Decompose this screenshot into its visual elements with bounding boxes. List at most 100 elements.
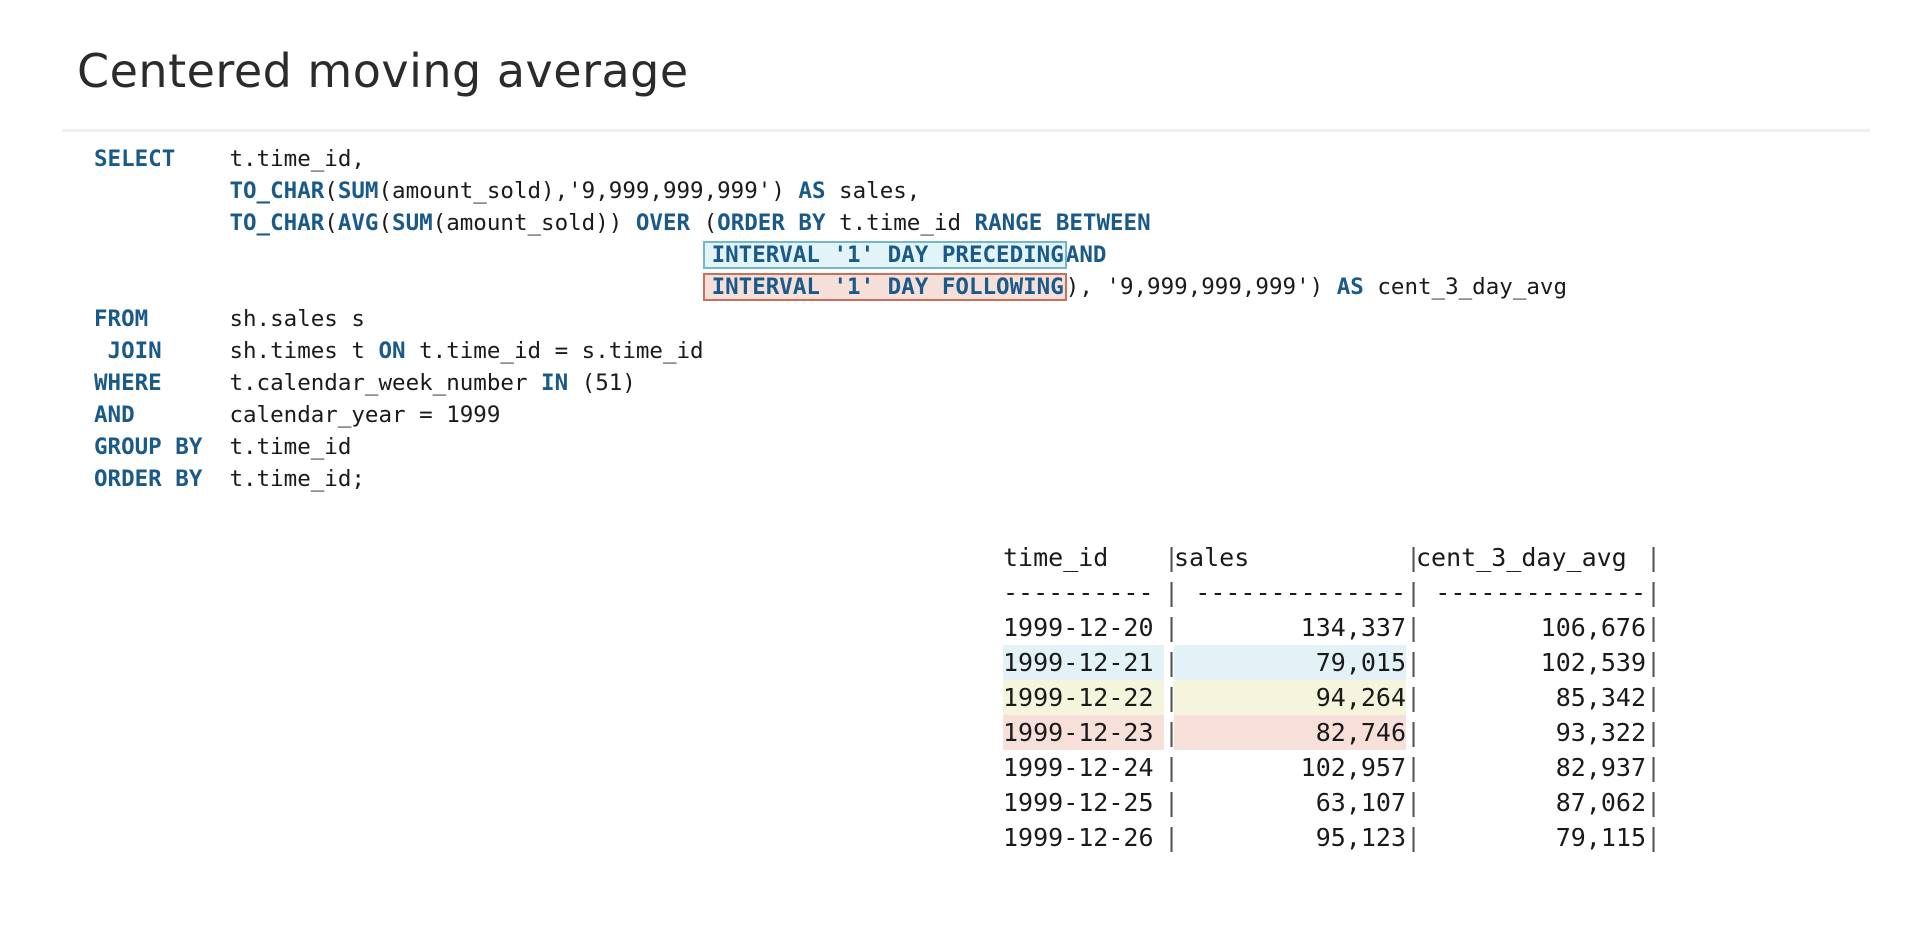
sql-keyword-and: AND — [1065, 242, 1107, 268]
sql-sales-alias: sales, — [825, 178, 921, 204]
sql-select-col1: t.time_id, — [229, 146, 365, 172]
sql-sum-args: (amount_sold),'9,999,999,999') — [378, 178, 799, 204]
column-header-cent-3-day-avg: cent_3_day_avg — [1416, 543, 1627, 572]
table-row: 1999-12-23 | 82,746 | 93,322 | — [1003, 715, 1662, 750]
sql-keyword-in: IN — [541, 370, 569, 396]
result-header-row: time_id | sales | cent_3_day_avg | — [1003, 540, 1661, 575]
cell-sales: 79,015 — [1174, 645, 1406, 680]
cell-sales: 82,746 — [1174, 715, 1406, 750]
column-divider: | — [1164, 823, 1180, 852]
sql-line-from: FROM sh.sales s — [94, 303, 1567, 335]
result-body: 1999-12-20 | 134,337 | 106,676 | 1999-12-21 | 79… — [1003, 610, 1662, 855]
table-row: 1999-12-22 | 94,264 | 85,342 | — [1003, 680, 1662, 715]
column-divider: | — [1406, 613, 1422, 642]
column-divider: | — [1406, 683, 1422, 712]
sql-keyword-on: ON — [378, 338, 406, 364]
column-divider: | — [1646, 683, 1662, 712]
cell-cent-3-day-avg: 93,322 — [1555, 718, 1646, 747]
sql-keyword-order-by: ORDER BY — [717, 210, 826, 236]
column-divider: | — [1646, 788, 1662, 817]
sql-keyword-as: AS — [1336, 274, 1364, 300]
sql-func-to-char: TO_CHAR — [229, 210, 325, 236]
sql-line-join: JOIN sh.times t ON t.time_id = s.time_id — [94, 335, 1567, 367]
column-header-sales: sales — [1174, 543, 1250, 572]
table-row: 1999-12-24 | 102,957 | 82,937 | — [1003, 750, 1662, 785]
column-divider: | — [1164, 753, 1180, 782]
table-row: 1999-12-25 | 63,107 | 87,062 | — [1003, 785, 1662, 820]
sql-paren-open: ( — [690, 210, 718, 236]
sql-keyword-as: AS — [798, 178, 826, 204]
sql-line-group-by: GROUP BY t.time_id — [94, 431, 1567, 463]
sql-line-where: WHERE t.calendar_week_number IN (51) — [94, 367, 1567, 399]
column-divider: | — [1406, 788, 1422, 817]
sql-interval-following: INTERVAL '1' DAY FOLLOWING — [702, 273, 1067, 301]
cell-cent-3-day-avg: 87,062 — [1555, 788, 1646, 817]
column-divider: | — [1406, 753, 1422, 782]
sql-line-following: INTERVAL '1' DAY FOLLOWING), '9,999,999,… — [94, 271, 1567, 303]
sql-where-list: (51) — [568, 370, 636, 396]
cell-time-id: 1999-12-21 — [1003, 645, 1164, 680]
result-separator-row: ---------- | -------------- | --------------… — [1003, 575, 1661, 610]
cell-sales: 102,957 — [1300, 753, 1406, 782]
separator-cell: ---------- — [1003, 578, 1154, 607]
cell-time-id: 1999-12-26 — [1003, 823, 1154, 852]
sql-from-table: sh.sales s — [229, 306, 365, 332]
column-divider: | — [1164, 718, 1180, 747]
result-table: time_id | sales | cent_3_day_avg | ----------… — [1003, 540, 1662, 855]
sql-line-select: SELECT t.time_id, — [94, 143, 1567, 175]
column-divider: | — [1406, 718, 1422, 747]
column-divider: | — [1164, 788, 1180, 817]
sql-group-col: t.time_id — [229, 434, 352, 460]
column-divider: | — [1646, 613, 1662, 642]
sql-keyword-order-by: ORDER BY — [94, 466, 203, 492]
table-row: 1999-12-20 | 134,337 | 106,676 | — [1003, 610, 1662, 645]
column-divider: | — [1164, 683, 1180, 712]
cell-sales: 134,337 — [1300, 613, 1406, 642]
sql-line-sum: TO_CHAR(SUM(amount_sold),'9,999,999,999'… — [229, 178, 921, 204]
title-divider — [62, 129, 1870, 132]
cell-time-id: 1999-12-25 — [1003, 788, 1154, 817]
sql-keyword-and: AND — [94, 402, 135, 428]
cell-time-id: 1999-12-20 — [1003, 613, 1154, 642]
sql-keyword-from: FROM — [94, 306, 149, 332]
cell-cent-3-day-avg: 106,676 — [1540, 613, 1646, 642]
sql-func-avg: AVG — [337, 210, 379, 236]
cell-sales: 95,123 — [1315, 823, 1406, 852]
sql-where-col: t.calendar_week_number — [229, 370, 542, 396]
table-row: 1999-12-21 | 79,015 | 102,539 | — [1003, 645, 1662, 680]
sql-following-tail: ), '9,999,999,999') — [1065, 274, 1337, 300]
column-divider: | — [1406, 823, 1422, 852]
sql-keyword-select: SELECT — [94, 146, 176, 172]
sql-join-table: sh.times t — [229, 338, 379, 364]
column-divider: | — [1646, 753, 1662, 782]
sql-sum-args: (amount_sold)) — [432, 210, 636, 236]
sql-keyword-group-by: GROUP BY — [94, 434, 203, 460]
cell-sales: 94,264 — [1174, 680, 1406, 715]
cell-cent-3-day-avg: 82,937 — [1555, 753, 1646, 782]
sql-func-sum: SUM — [337, 178, 379, 204]
column-header-time-id: time_id — [1003, 543, 1109, 572]
sql-keyword-over: OVER — [635, 210, 691, 236]
sql-line-order-by: ORDER BY t.time_id; — [94, 463, 1567, 495]
sql-avg-alias: cent_3_day_avg — [1363, 274, 1568, 300]
cell-time-id: 1999-12-22 — [1003, 680, 1164, 715]
sql-line-avg: TO_CHAR(AVG(SUM(amount_sold)) OVER (ORDE… — [229, 210, 1151, 236]
sql-join-condition: t.time_id = s.time_id — [405, 338, 704, 364]
column-divider: | — [1646, 718, 1662, 747]
separator-cell: -------------- — [1195, 578, 1406, 607]
column-divider: | — [1406, 648, 1422, 677]
sql-interval-preceding: INTERVAL '1' DAY PRECEDING — [702, 241, 1067, 269]
sql-line-and: AND calendar_year = 1999 — [94, 399, 1567, 431]
column-divider: | — [1646, 823, 1662, 852]
sql-order-col: t.time_id — [825, 210, 975, 236]
sql-func-to-char: TO_CHAR — [229, 178, 325, 204]
cell-time-id: 1999-12-23 — [1003, 715, 1164, 750]
sql-keyword-range-between: RANGE BETWEEN — [974, 210, 1151, 236]
column-divider: | — [1646, 648, 1662, 677]
cell-cent-3-day-avg: 85,342 — [1555, 683, 1646, 712]
table-row: 1999-12-26 | 95,123 | 79,115 | — [1003, 820, 1662, 855]
sql-and-condition: calendar_year = 1999 — [229, 402, 501, 428]
page-title: Centered moving average — [77, 44, 689, 98]
separator-cell: -------------- — [1435, 578, 1646, 607]
sql-keyword-join: JOIN — [107, 338, 162, 364]
